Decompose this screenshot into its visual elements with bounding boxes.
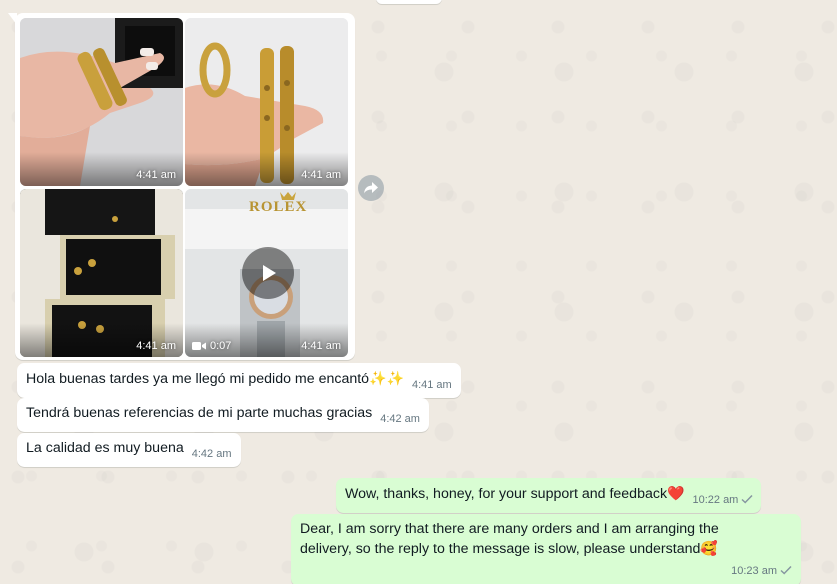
video-duration: 0:07 bbox=[192, 340, 231, 352]
outgoing-message-2[interactable]: Dear, I am sorry that there are many ord… bbox=[291, 514, 801, 584]
video-duration-text: 0:07 bbox=[210, 340, 232, 352]
sparkles-emoji: ✨✨ bbox=[369, 370, 404, 386]
play-icon bbox=[263, 265, 276, 281]
incoming-message-3[interactable]: La calidad es muy buena 4:42 am bbox=[17, 433, 241, 467]
message-time: 10:22 am bbox=[692, 494, 739, 506]
photo-tile-3[interactable]: 4:41 am bbox=[20, 189, 183, 357]
message-time: 4:42 am bbox=[191, 448, 232, 460]
message-time: 4:41 am bbox=[411, 379, 452, 391]
play-button[interactable] bbox=[242, 247, 294, 299]
outgoing-message-1[interactable]: Wow, thanks, honey, for your support and… bbox=[336, 478, 762, 513]
single-check-icon bbox=[780, 566, 792, 575]
single-check-icon bbox=[741, 495, 753, 504]
message-time: 4:42 am bbox=[380, 413, 420, 425]
forward-icon bbox=[364, 182, 378, 194]
heart-emoji: ❤️ bbox=[667, 485, 685, 501]
photo-tile-2[interactable]: 4:41 am bbox=[185, 18, 348, 186]
forward-button[interactable] bbox=[358, 175, 384, 201]
tile-timestamp: 4:41 am bbox=[301, 169, 341, 181]
tile-timestamp: 4:41 am bbox=[301, 340, 341, 352]
incoming-message-1[interactable]: Hola buenas tardes ya me llegó mi pedido… bbox=[17, 363, 461, 398]
message-text: Hola buenas tardes ya me llegó mi pedido… bbox=[26, 371, 370, 387]
message-text: La calidad es muy buena bbox=[26, 440, 184, 456]
brand-text: ROLEX bbox=[249, 199, 308, 215]
photo-tile-1[interactable]: 4:41 am bbox=[20, 18, 183, 186]
message-text: Wow, thanks, honey, for your support and… bbox=[345, 486, 668, 502]
message-text-line-2: delivery, so the reply to the message is… bbox=[300, 541, 701, 557]
incoming-message-2[interactable]: Tendrá buenas referencias de mi parte mu… bbox=[17, 398, 429, 432]
previous-message-stub bbox=[376, 0, 442, 4]
message-text-line-1: Dear, I am sorry that there are many ord… bbox=[300, 521, 719, 537]
message-text: Tendrá buenas referencias de mi parte mu… bbox=[26, 405, 373, 421]
video-camera-icon bbox=[192, 342, 206, 350]
tile-timestamp: 4:41 am bbox=[136, 340, 176, 352]
tile-timestamp: 4:41 am bbox=[136, 169, 176, 181]
smiling-face-with-hearts-emoji: 🥰 bbox=[700, 540, 718, 556]
message-time: 10:23 am bbox=[731, 565, 777, 577]
